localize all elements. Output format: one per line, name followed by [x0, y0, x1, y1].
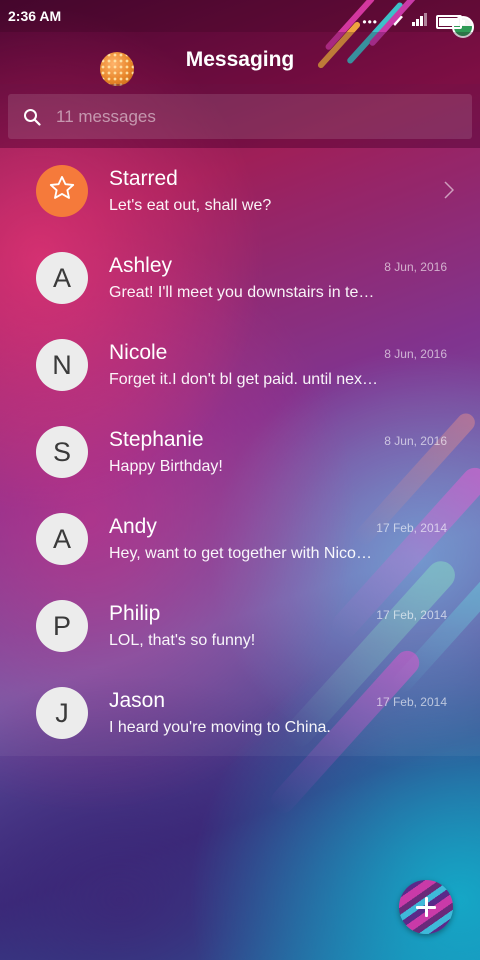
search-input[interactable] — [56, 106, 472, 127]
message-preview: Happy Birthday! — [109, 458, 223, 475]
contact-name: Andy — [109, 515, 157, 538]
message-date: 8 Jun, 2016 — [384, 347, 447, 361]
avatar: A — [36, 513, 88, 565]
star-icon — [48, 174, 76, 209]
message-preview: Forget it.I don't bl get paid. until nex… — [109, 371, 378, 388]
search-box[interactable] — [8, 94, 472, 139]
contact-name: Nicole — [109, 341, 168, 364]
message-preview: Hey, want to get together with Nico… — [109, 545, 372, 562]
search-icon — [8, 94, 56, 139]
avatar: N — [36, 339, 88, 391]
app-header: Messaging — [0, 32, 480, 86]
contact-name: Jason — [109, 689, 166, 712]
conversation-list: Starred Let's eat out, shall we? A Ashle… — [0, 148, 480, 756]
message-preview: LOL, that's so funny! — [109, 632, 256, 649]
contact-name: Ashley — [109, 254, 173, 277]
new-message-button[interactable] — [399, 880, 453, 934]
conversation-row[interactable]: A Andy 17 Feb, 2014 Hey, want to get tog… — [0, 496, 480, 583]
search-bar — [0, 84, 480, 148]
avatar: S — [36, 426, 88, 478]
battery-icon — [436, 15, 465, 29]
page-title: Messaging — [185, 48, 295, 71]
message-date: 17 Feb, 2014 — [376, 521, 447, 535]
message-date: 17 Feb, 2014 — [376, 695, 447, 709]
contact-name: Starred — [109, 167, 178, 190]
message-date: 17 Feb, 2014 — [376, 608, 447, 622]
message-date: 8 Jun, 2016 — [384, 434, 447, 448]
message-preview: I heard you're moving to China. — [109, 719, 331, 736]
avatar: A — [36, 252, 88, 304]
conversation-row[interactable]: P Philip 17 Feb, 2014 LOL, that's so fun… — [0, 583, 480, 670]
message-preview: Great! I'll meet you downstairs in te… — [109, 284, 375, 301]
contact-name: Philip — [109, 602, 161, 625]
avatar: J — [36, 687, 88, 739]
conversation-row[interactable]: N Nicole 8 Jun, 2016 Forget it.I don't b… — [0, 322, 480, 409]
avatar: P — [36, 600, 88, 652]
conversation-row[interactable]: A Ashley 8 Jun, 2016 Great! I'll meet yo… — [0, 235, 480, 322]
contact-name: Stephanie — [109, 428, 204, 451]
chevron-right-icon — [444, 181, 455, 204]
message-date: 8 Jun, 2016 — [384, 260, 447, 274]
conversation-row-starred[interactable]: Starred Let's eat out, shall we? — [0, 148, 480, 235]
conversation-row[interactable]: S Stephanie 8 Jun, 2016 Happy Birthday! — [0, 409, 480, 496]
battery-fill — [439, 18, 459, 26]
message-preview: Let's eat out, shall we? — [109, 197, 272, 214]
status-time: 2:36 AM — [8, 8, 62, 24]
avatar — [36, 165, 88, 217]
conversation-row[interactable]: J Jason 17 Feb, 2014 I heard you're movi… — [0, 670, 480, 757]
plus-icon — [416, 897, 436, 917]
